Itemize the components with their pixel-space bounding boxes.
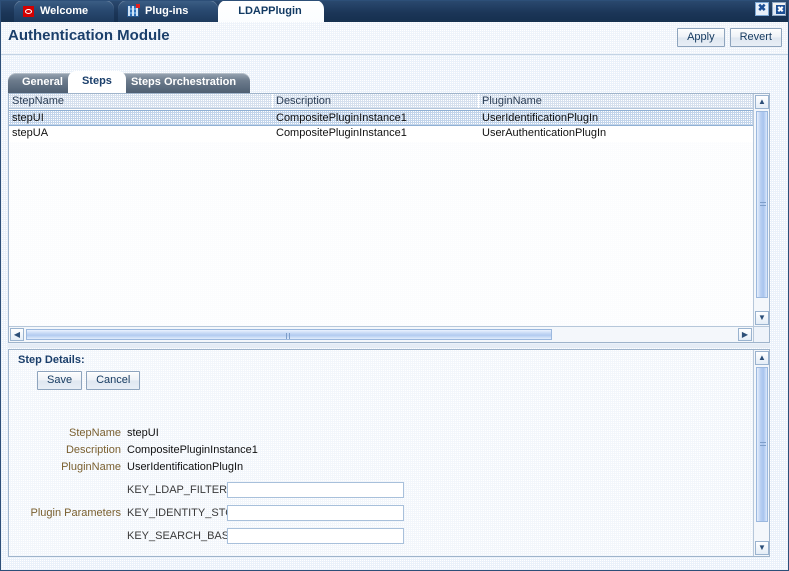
field-label: PluginName (61, 460, 121, 473)
form-row-pluginname: PluginName UserIdentificationPlugIn (9, 458, 753, 475)
step-details-content: Step Details: Save Cancel StepName stepU… (9, 350, 753, 556)
scroll-grip-icon (286, 333, 292, 339)
revert-button[interactable]: Revert (729, 28, 782, 47)
field-value-description: CompositePluginInstance1 (127, 443, 258, 456)
inner-tab-bar: General Steps Steps Orchestration (8, 71, 251, 93)
cell-stepname: stepUI (12, 112, 44, 124)
step-details-actions: Save Cancel (37, 371, 141, 390)
tab-label: Steps Orchestration (130, 76, 237, 88)
vertical-scroll-thumb[interactable] (756, 111, 768, 298)
save-button[interactable]: Save (37, 371, 83, 390)
cell-pluginname: UserAuthenticationPlugIn (482, 127, 607, 139)
document-tab-ldapplugin[interactable]: LDAPPlugin (218, 0, 324, 22)
form-row-description: Description CompositePluginInstance1 (9, 441, 753, 458)
form-row-stepname: StepName stepUI (9, 424, 753, 441)
scroll-grip-icon (760, 441, 766, 448)
param-input-ldap-filter[interactable] (227, 481, 404, 498)
steps-table-vertical-scrollbar[interactable]: ▲ ▼ (753, 94, 769, 326)
document-tab-label: Welcome (40, 5, 89, 17)
page-title: Authentication Module (8, 27, 170, 44)
cell-description: CompositePluginInstance1 (276, 112, 407, 124)
cancel-button[interactable]: Cancel (86, 371, 141, 390)
scroll-down-icon[interactable]: ▼ (755, 311, 769, 325)
field-label: Description (65, 443, 121, 456)
tab-label: Steps (81, 75, 112, 87)
detach-window-icon[interactable]: ✖ (772, 2, 786, 16)
step-details-form: StepName stepUI Description CompositePlu… (9, 424, 753, 475)
steps-table-panel: StepName Description PluginName stepUI C… (8, 93, 770, 343)
document-tab-bar: Welcome Plug-ins LDAPPlugin ✖ ✖ (0, 0, 789, 22)
tab-steps-orchestration[interactable]: Steps Orchestration (116, 73, 251, 93)
param-key-label: KEY_IDENTITY_STORE_REF (127, 506, 278, 519)
window-controls: ✖ ✖ (755, 2, 786, 16)
step-details-title: Step Details: (18, 354, 85, 366)
scroll-down-icon[interactable]: ▼ (755, 541, 769, 555)
step-details-panel: Step Details: Save Cancel StepName stepU… (8, 349, 770, 557)
step-details-vertical-scrollbar[interactable]: ▲ ▼ (753, 350, 769, 556)
param-key-label: KEY_LDAP_FILTER (127, 483, 228, 496)
scroll-up-icon[interactable]: ▲ (755, 95, 769, 109)
param-row-ldap-filter: KEY_LDAP_FILTER (9, 478, 753, 501)
cell-description: CompositePluginInstance1 (276, 127, 407, 139)
param-row-identity-store-ref: Plugin Parameters KEY_IDENTITY_STORE_REF (9, 501, 753, 524)
scroll-up-icon[interactable]: ▲ (755, 351, 769, 365)
param-input-identity-store-ref[interactable] (227, 504, 404, 521)
cell-pluginname: UserIdentificationPlugIn (482, 112, 599, 124)
steps-table-horizontal-scrollbar[interactable]: ◀ ▶ (9, 326, 753, 342)
vertical-scroll-thumb[interactable] (756, 367, 768, 522)
param-row-search-base-url: KEY_SEARCH_BASE_URL (9, 524, 753, 547)
oracle-logo-icon (23, 5, 34, 17)
param-input-search-base-url[interactable] (227, 527, 404, 544)
document-tab-plugins[interactable]: Plug-ins (118, 0, 218, 22)
scroll-right-icon[interactable]: ▶ (738, 328, 752, 341)
column-header-pluginname[interactable]: PluginName (479, 94, 753, 108)
close-icon[interactable]: ✖ (755, 2, 769, 16)
param-key-label: KEY_SEARCH_BASE_URL (127, 529, 265, 542)
field-label: StepName (69, 426, 121, 439)
scroll-grip-icon (760, 201, 766, 208)
column-header-stepname[interactable]: StepName (9, 94, 273, 108)
apply-button[interactable]: Apply (677, 28, 725, 47)
tab-general[interactable]: General (8, 73, 77, 93)
steps-table-header: StepName Description PluginName (9, 94, 753, 109)
table-row[interactable]: stepUA CompositePluginInstance1 UserAuth… (9, 126, 753, 142)
field-value-stepname: stepUI (127, 426, 159, 439)
column-header-description[interactable]: Description (273, 94, 479, 108)
table-row[interactable]: stepUI CompositePluginInstance1 UserIden… (9, 110, 753, 126)
steps-table-body: stepUI CompositePluginInstance1 UserIden… (9, 110, 753, 326)
horizontal-scroll-thumb[interactable] (26, 329, 552, 340)
panel-splitter[interactable] (8, 344, 770, 348)
document-tab-label: LDAPPlugin (238, 5, 302, 17)
scroll-left-icon[interactable]: ◀ (10, 328, 24, 341)
grid-icon (127, 4, 140, 17)
tab-steps[interactable]: Steps (67, 71, 126, 93)
page-header: Authentication Module Apply Revert (0, 22, 789, 55)
header-actions: Apply Revert (677, 28, 782, 47)
cell-stepname: stepUA (12, 127, 49, 139)
field-value-pluginname: UserIdentificationPlugIn (127, 460, 244, 473)
document-tab-welcome[interactable]: Welcome (14, 0, 114, 22)
tab-label: General (22, 76, 63, 88)
authentication-module-window: Welcome Plug-ins LDAPPlugin ✖ ✖ Authenti… (0, 0, 789, 571)
document-tab-label: Plug-ins (145, 5, 189, 17)
plugin-parameters-label: Plugin Parameters (30, 506, 122, 519)
plugin-parameters-section: KEY_LDAP_FILTER Plugin Parameters KEY_ID… (9, 478, 753, 547)
scrollbar-corner (753, 326, 769, 342)
